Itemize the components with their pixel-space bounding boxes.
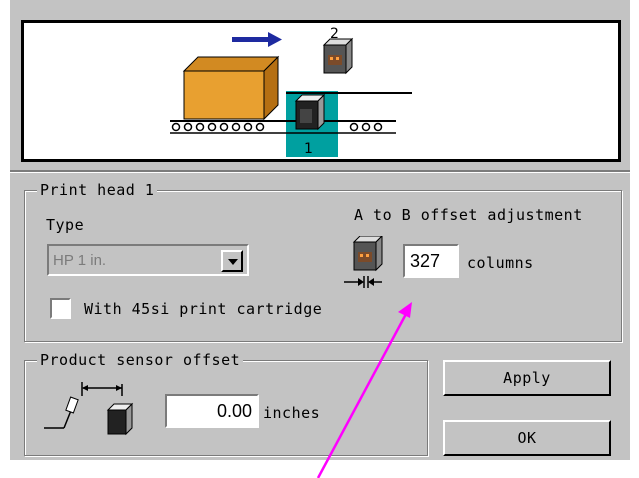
annotation-arrow <box>316 302 412 478</box>
